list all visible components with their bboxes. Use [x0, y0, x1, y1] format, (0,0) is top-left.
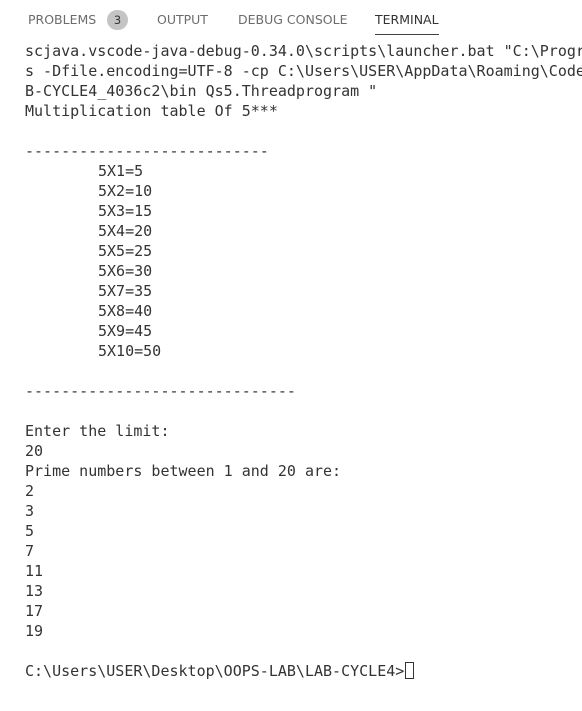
primes-header-line: Prime numbers between 1 and 20 are: [25, 462, 342, 480]
limit-prompt-line: Enter the limit: [25, 422, 170, 440]
prime-line: 3 [25, 502, 35, 520]
terminal-line: scjava.vscode-java-debug-0.34.0\scripts\… [25, 42, 582, 60]
table-row-line: 5X2=10 [98, 182, 153, 200]
prime-line: 17 [25, 602, 44, 620]
prompt-line[interactable]: C:\Users\USER\Desktop\OOPS-LAB\LAB-CYCLE… [25, 661, 582, 681]
prime-line: 5 [25, 522, 35, 540]
panel-tab-bar: PROBLEMS 3 OUTPUT DEBUG CONSOLE TERMINAL [0, 0, 582, 40]
table-title-line: Multiplication table Of 5*** [25, 102, 278, 120]
terminal-line: s -Dfile.encoding=UTF-8 -cp C:\Users\USE… [25, 62, 582, 80]
table-row-line: 5X8=40 [98, 302, 153, 320]
problems-count-badge: 3 [107, 10, 128, 30]
tab-debug-console[interactable]: DEBUG CONSOLE [238, 12, 347, 34]
limit-input-line: 20 [25, 442, 44, 460]
terminal-line: B-CYCLE4_4036c2\bin Qs5.Threadprogram " [25, 82, 378, 100]
tab-output[interactable]: OUTPUT [157, 12, 208, 34]
tab-terminal[interactable]: TERMINAL [375, 12, 439, 35]
prime-line: 2 [25, 482, 35, 500]
shell-prompt: C:\Users\USER\Desktop\OOPS-LAB\LAB-CYCLE… [25, 662, 405, 680]
tab-problems[interactable]: PROBLEMS [28, 12, 96, 34]
prime-line: 7 [25, 542, 35, 560]
table-row-line: 5X7=35 [98, 282, 153, 300]
terminal-output[interactable]: scjava.vscode-java-debug-0.34.0\scripts\… [25, 41, 582, 701]
table-row-line: 5X10=50 [98, 342, 162, 360]
text-cursor [405, 662, 415, 679]
table-row-line: 5X6=30 [98, 262, 153, 280]
prime-line: 13 [25, 582, 44, 600]
table-row-line: 5X9=45 [98, 322, 153, 340]
table-row-line: 5X4=20 [98, 222, 153, 240]
prime-line: 19 [25, 622, 44, 640]
table-row-line: 5X5=25 [98, 242, 153, 260]
separator-line: ------------------------------ [25, 382, 296, 400]
table-row-line: 5X1=5 [98, 162, 144, 180]
prime-line: 11 [25, 562, 44, 580]
table-row-line: 5X3=15 [98, 202, 153, 220]
separator-line: --------------------------- [25, 142, 269, 160]
